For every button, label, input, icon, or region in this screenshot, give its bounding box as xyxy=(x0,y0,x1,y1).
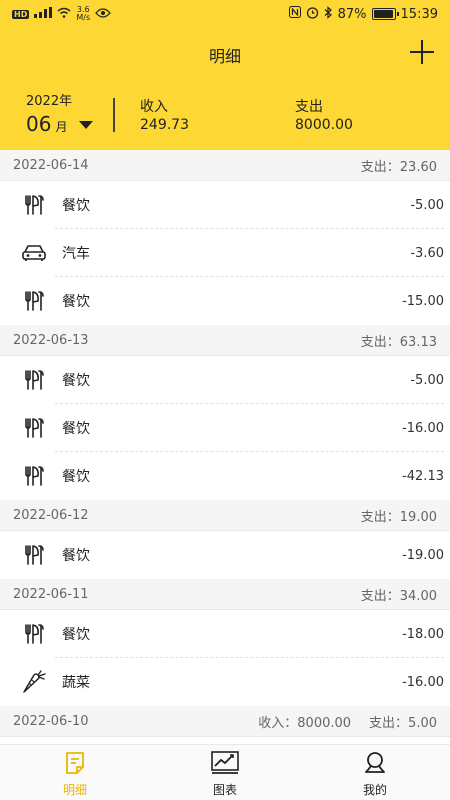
transaction-row[interactable]: 餐饮 -5.00 xyxy=(0,356,450,404)
header: HD 3.6 M/s 87% 15:39 明细 2022年 06 月 收入 24… xyxy=(0,0,450,150)
day-header: 2022-06-11 支出：34.00 xyxy=(0,579,450,610)
transaction-row[interactable]: 餐饮 -18.00 xyxy=(0,610,450,658)
utensils-icon xyxy=(20,191,48,219)
wifi-icon xyxy=(57,7,71,21)
transaction-row[interactable]: 蔬菜 -16.00 xyxy=(0,658,450,706)
income-value: 249.73 xyxy=(140,117,189,133)
amount: -19.00 xyxy=(402,547,444,563)
transaction-row[interactable]: 汽车 -3.60 xyxy=(0,229,450,277)
battery-fill xyxy=(373,10,393,18)
battery-icon xyxy=(371,8,399,20)
year-label: 2022年 xyxy=(26,94,73,109)
day-expense: 支出：63.13 xyxy=(360,334,437,350)
day-totals: 支出：34.00 xyxy=(361,585,437,604)
header-divider xyxy=(113,98,115,132)
clock: 15:39 xyxy=(400,6,438,22)
car-icon xyxy=(20,239,48,267)
expense-value: 8000.00 xyxy=(295,117,353,133)
day-totals: 支出：63.13 xyxy=(361,331,437,350)
detail-icon xyxy=(63,751,87,779)
utensils-icon xyxy=(20,462,48,490)
day-income: 收入：8000.00 xyxy=(258,715,352,731)
amount: -5.00 xyxy=(410,197,444,213)
month-value: 06 xyxy=(26,112,52,136)
category-label: 餐饮 xyxy=(62,294,90,310)
day-expense: 支出：34.00 xyxy=(360,588,437,604)
profile-icon xyxy=(363,751,387,779)
signal-icon xyxy=(34,7,53,21)
day-expense: 支出：23.60 xyxy=(360,159,437,175)
day-date: 2022-06-11 xyxy=(13,586,89,602)
month-unit: 月 xyxy=(55,120,68,134)
utensils-icon xyxy=(20,366,48,394)
transaction-list[interactable]: 2022-06-14 支出：23.60 餐饮 -5.00 汽车 -3.60 餐饮 -15.00… xyxy=(0,150,450,744)
transaction-row[interactable]: 餐饮 -5.00 xyxy=(0,181,450,229)
category-label: 餐饮 xyxy=(62,469,90,485)
tab-profile[interactable]: 我的 xyxy=(300,745,450,800)
chart-icon xyxy=(211,751,239,779)
category-label: 餐饮 xyxy=(62,421,90,437)
speed-unit: M/s xyxy=(76,13,91,22)
category-label: 汽车 xyxy=(62,246,90,262)
tab-label: 我的 xyxy=(362,783,387,797)
month-selector[interactable]: 06 月 xyxy=(26,112,94,136)
amount: -5.00 xyxy=(410,372,444,388)
day-date: 2022-06-14 xyxy=(13,157,89,173)
transaction-row[interactable]: 餐饮 -16.00 xyxy=(0,404,450,452)
add-button[interactable] xyxy=(410,40,434,64)
amount: -3.60 xyxy=(410,245,444,261)
nfc-icon xyxy=(288,6,301,22)
category-label: 餐饮 xyxy=(62,373,90,389)
page-title: 明细 xyxy=(208,47,241,66)
day-expense: 支出：19.00 xyxy=(360,509,437,525)
alarm-icon xyxy=(306,6,319,23)
network-speed: 3.6 M/s xyxy=(76,6,90,22)
transaction-row[interactable]: 餐饮 -15.00 xyxy=(0,277,450,325)
tab-bar: 明细 图表 我的 xyxy=(0,744,450,800)
amount: -18.00 xyxy=(402,626,444,642)
category-label: 蔬菜 xyxy=(62,675,90,691)
expense-label: 支出 xyxy=(295,99,323,115)
tab-chart[interactable]: 图表 xyxy=(150,745,300,800)
utensils-icon xyxy=(20,541,48,569)
eye-icon xyxy=(95,7,111,21)
day-header: 2022-06-12 支出：19.00 xyxy=(0,500,450,531)
day-header: 2022-06-13 支出：63.13 xyxy=(0,325,450,356)
income-label: 收入 xyxy=(140,99,168,115)
utensils-icon xyxy=(20,620,48,648)
day-header: 2022-06-10 收入：8000.00 支出：5.00 xyxy=(0,706,450,737)
utensils-icon xyxy=(20,287,48,315)
category-label: 餐饮 xyxy=(62,548,90,564)
day-date: 2022-06-12 xyxy=(13,507,89,523)
amount: -16.00 xyxy=(402,420,444,436)
day-date: 2022-06-13 xyxy=(13,332,89,348)
amount: -15.00 xyxy=(402,293,444,309)
transaction-row[interactable]: 餐饮 -19.00 xyxy=(0,531,450,579)
battery-percent: 87% xyxy=(337,6,367,22)
transaction-row[interactable]: 餐饮 -42.13 xyxy=(0,452,450,500)
day-totals: 支出：19.00 xyxy=(361,506,437,525)
category-label: 餐饮 xyxy=(62,627,90,643)
day-header: 2022-06-14 支出：23.60 xyxy=(0,150,450,181)
utensils-icon xyxy=(20,414,48,442)
tab-detail[interactable]: 明细 xyxy=(0,745,150,800)
day-expense: 支出：5.00 xyxy=(369,715,437,731)
category-label: 餐饮 xyxy=(62,198,90,214)
tab-label: 明细 xyxy=(62,783,87,797)
day-date: 2022-06-10 xyxy=(13,713,89,729)
amount: -16.00 xyxy=(402,674,444,690)
day-totals: 收入：8000.00 支出：5.00 xyxy=(258,712,437,731)
network-badge: HD xyxy=(12,9,30,19)
status-bar: HD 3.6 M/s 87% 15:39 xyxy=(0,0,450,28)
tab-label: 图表 xyxy=(212,783,237,797)
day-totals: 支出：23.60 xyxy=(361,156,437,175)
caret-down-icon xyxy=(79,121,94,129)
amount: -42.13 xyxy=(402,468,444,484)
bluetooth-icon xyxy=(324,5,333,23)
carrot-icon xyxy=(20,668,48,696)
